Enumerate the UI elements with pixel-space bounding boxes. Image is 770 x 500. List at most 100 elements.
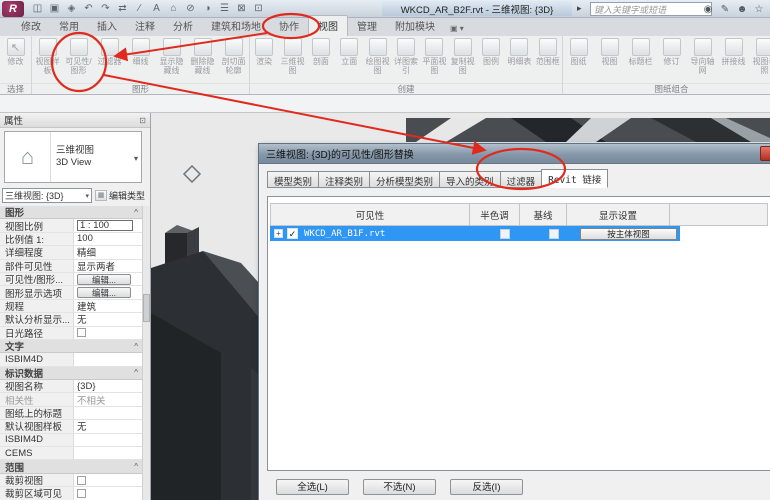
tab-analyze[interactable]: 分析 <box>164 16 202 36</box>
favorites-icon[interactable]: ☆ <box>752 2 766 16</box>
invert-selection-button[interactable]: 反选(I) <box>450 479 523 495</box>
measure-icon[interactable]: ⇄ <box>115 2 130 16</box>
view-templates-button[interactable]: 视图样板 <box>32 38 63 75</box>
group-row[interactable]: 文字^ <box>0 340 143 353</box>
cut-profile-button[interactable]: 剖切面轮廓 <box>218 38 249 75</box>
drafting-view-button[interactable]: 绘图视图 <box>363 38 391 75</box>
tab-annotation-categories[interactable]: 注释类别 <box>318 171 369 188</box>
scope-box-button[interactable]: 范围框 <box>534 38 562 66</box>
property-row[interactable]: 图纸上的标题 <box>0 407 143 420</box>
plan-views-button[interactable]: 平面视图 <box>420 38 448 75</box>
search-input[interactable]: 键入关键字或短语 <box>590 2 712 16</box>
undo-icon[interactable]: ↶ <box>81 2 96 16</box>
property-row[interactable]: 裁剪区域可见 <box>0 487 143 500</box>
open-icon[interactable]: ◫ <box>30 2 45 16</box>
property-row[interactable]: ISBIM4D <box>0 434 143 447</box>
tab-insert[interactable]: 插入 <box>88 16 126 36</box>
tab-manage[interactable]: 管理 <box>348 16 386 36</box>
property-row[interactable]: 比例值 1:100 <box>0 233 143 246</box>
property-row[interactable]: 部件可见性显示两者 <box>0 260 143 273</box>
duplicate-view-button[interactable]: 复制视图 <box>449 38 477 75</box>
section-icon[interactable]: ⊘ <box>183 2 198 16</box>
view-button[interactable]: 视图 <box>594 38 625 66</box>
tab-annotate[interactable]: 注释 <box>126 16 164 36</box>
crop-view-checkbox[interactable] <box>77 476 86 485</box>
halftone-checkbox[interactable] <box>500 229 510 239</box>
edit-type-button[interactable]: ▦ 编辑类型 <box>95 189 145 202</box>
view-scale-input[interactable]: 1 : 100 <box>77 220 133 231</box>
graphic-display-options-edit-button[interactable]: 编辑... <box>77 287 131 298</box>
default-3d-view-icon[interactable]: ⌂ <box>166 2 181 16</box>
title-expand-icon[interactable]: ▸ <box>577 3 582 14</box>
remove-hidden-lines-button[interactable]: 删除隐藏线 <box>187 38 218 75</box>
communication-center-icon[interactable]: ✎ <box>718 2 732 16</box>
tab-model-categories[interactable]: 模型类别 <box>267 171 318 188</box>
thin-lines-button[interactable]: 细线 <box>125 38 156 66</box>
property-row[interactable]: CEMS <box>0 447 143 460</box>
sheet-button[interactable]: 图纸 <box>563 38 594 66</box>
close-icon[interactable] <box>760 146 770 161</box>
expand-icon[interactable]: + <box>274 229 283 238</box>
tab-revit-links[interactable]: Revit 链接 <box>541 169 608 188</box>
visibility-graphics-button[interactable]: 可见性/图形 <box>63 38 94 75</box>
redo-icon[interactable]: ↷ <box>98 2 113 16</box>
title-block-button[interactable]: 标题栏 <box>625 38 656 66</box>
property-row[interactable]: 详细程度精细 <box>0 246 143 259</box>
tab-home[interactable]: 常用 <box>50 16 88 36</box>
tab-view[interactable]: 视图 <box>308 15 348 36</box>
matchline-button[interactable]: 拼接线 <box>718 38 749 66</box>
select-none-button[interactable]: 不选(N) <box>363 479 436 495</box>
panel-label-create[interactable]: 创建 <box>250 83 562 94</box>
render-button[interactable]: 渲染 <box>250 38 278 66</box>
property-row[interactable]: ISBIM4D <box>0 353 143 366</box>
group-row[interactable]: 范围^ <box>0 460 143 473</box>
properties-scrollbar[interactable] <box>142 206 150 500</box>
property-row[interactable]: 视图名称{3D} <box>0 380 143 393</box>
tab-analytical-categories[interactable]: 分析模型类别 <box>369 171 439 188</box>
underlay-checkbox[interactable] <box>549 229 559 239</box>
property-row[interactable]: 图形显示选项编辑... <box>0 286 143 299</box>
property-row[interactable]: 可见性/图形...编辑... <box>0 273 143 286</box>
property-row[interactable]: 裁剪视图 <box>0 474 143 487</box>
link-visibility-checkbox[interactable]: ✓ <box>287 228 298 239</box>
sign-in-icon[interactable]: ☻ <box>735 2 749 16</box>
close-hidden-windows-icon[interactable]: ⊠ <box>234 2 249 16</box>
scrollbar-thumb[interactable] <box>143 294 150 322</box>
dimension-icon[interactable]: ∕ <box>132 2 147 16</box>
type-selector-preview[interactable]: ⌂ 三维视图 3D View ▾ <box>4 131 142 183</box>
sync-icon[interactable]: ◈ <box>64 2 79 16</box>
tab-imported-categories[interactable]: 导入的类别 <box>439 171 500 188</box>
group-row[interactable]: 图形^ <box>0 206 143 219</box>
filters-button[interactable]: 过滤器 <box>94 38 125 66</box>
modify-button[interactable]: ↖ 修改 <box>0 38 31 66</box>
elevation-button[interactable]: 立面 <box>335 38 363 66</box>
tab-modify[interactable]: 修改 <box>12 16 50 36</box>
tab-filters[interactable]: 过滤器 <box>500 171 542 188</box>
revit-logo-icon[interactable]: R <box>2 1 24 17</box>
view-reference-button[interactable]: 视图参照 <box>749 38 770 75</box>
modify-mini-toolbar-icon[interactable]: ▣ ▾ <box>444 22 470 36</box>
property-row[interactable]: 日光路径 <box>0 327 143 340</box>
schedules-button[interactable]: 明细表 <box>505 38 533 66</box>
panel-label-graphics[interactable]: 图形 <box>32 83 249 94</box>
section-button[interactable]: 剖面 <box>307 38 335 66</box>
callout-button[interactable]: 详图索引 <box>392 38 420 75</box>
guide-grid-button[interactable]: 导向轴网 <box>687 38 718 75</box>
chevron-down-icon[interactable]: ▾ <box>134 154 138 163</box>
tab-addins[interactable]: 附加模块 <box>386 16 444 36</box>
property-row[interactable]: 规程建筑 <box>0 300 143 313</box>
view-selector-combo[interactable]: 三维视图: {3D} ▾ <box>2 188 92 203</box>
tab-massing-site[interactable]: 建筑和场地 <box>202 16 270 36</box>
render-icon[interactable]: ◑ <box>200 2 215 16</box>
visibility-graphics-edit-button[interactable]: 编辑... <box>77 274 131 285</box>
sun-path-checkbox[interactable] <box>77 328 86 337</box>
save-icon[interactable]: ▣ <box>47 2 62 16</box>
group-row[interactable]: 标识数据^ <box>0 367 143 380</box>
legends-button[interactable]: 图例 <box>477 38 505 66</box>
property-row[interactable]: 默认视图样板无 <box>0 420 143 433</box>
by-host-view-button[interactable]: 按主体视图 <box>580 228 677 240</box>
panel-label-select[interactable]: 选择 <box>0 83 31 94</box>
text-icon[interactable]: A <box>149 2 164 16</box>
show-hidden-lines-button[interactable]: 显示隐藏线 <box>156 38 187 75</box>
tab-collaborate[interactable]: 协作 <box>270 16 308 36</box>
